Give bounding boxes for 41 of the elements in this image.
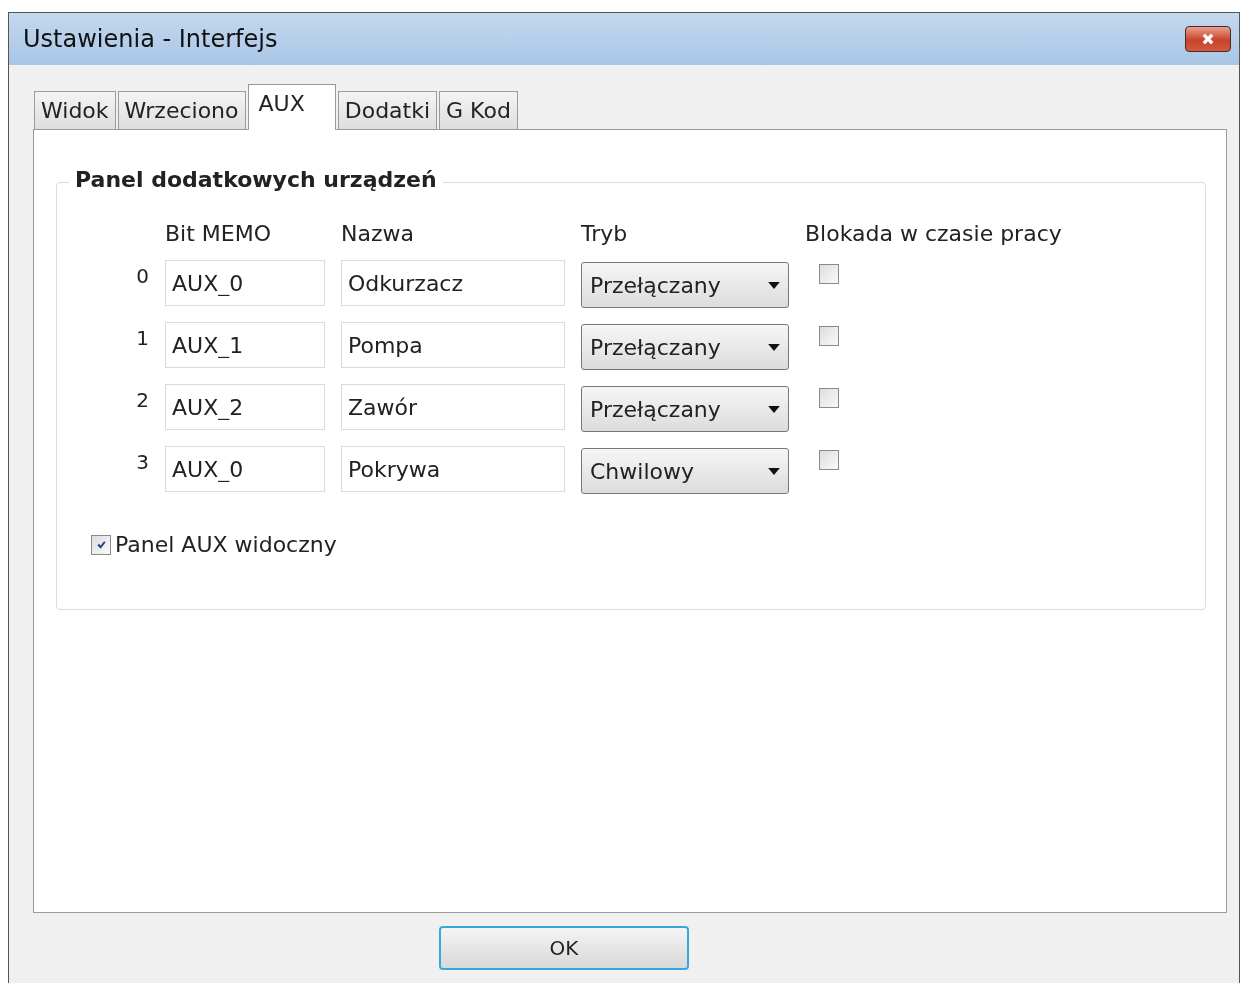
window-title: Ustawienia - Interfejs	[23, 25, 278, 53]
dropdown-arrow-icon	[768, 343, 780, 351]
row-number: 3	[135, 449, 149, 474]
lock-checkbox[interactable]	[819, 264, 839, 284]
bit-field[interactable]: AUX_0	[165, 260, 325, 306]
name-field[interactable]: Pokrywa	[341, 446, 565, 492]
column-header: Nazwa	[341, 221, 415, 246]
check-icon	[95, 539, 107, 550]
bit-field[interactable]: AUX_0	[165, 446, 325, 492]
tab[interactable]: G Kod	[439, 91, 518, 129]
row-number: 0	[135, 263, 149, 288]
column-header: Blokada w czasie pracy	[805, 221, 1063, 246]
mode-dropdown[interactable]: Chwilowy	[581, 448, 789, 494]
checkbox-label: Panel AUX widoczny	[115, 532, 337, 557]
visible-checkbox[interactable]	[91, 534, 111, 555]
row-number: 2	[135, 387, 149, 412]
dropdown-arrow-icon	[768, 405, 780, 413]
tab[interactable]: Widok	[34, 91, 116, 129]
group-title: Panel dodatkowych urządzeń	[69, 167, 443, 192]
bit-field[interactable]: AUX_1	[165, 322, 325, 368]
lock-checkbox[interactable]	[819, 388, 839, 408]
lock-checkbox[interactable]	[819, 326, 839, 346]
tab[interactable]: Dodatki	[337, 91, 438, 129]
close-button[interactable]	[1185, 26, 1231, 52]
name-field[interactable]: Odkurzacz	[341, 260, 565, 306]
ok-button[interactable]: OK	[439, 926, 689, 970]
close-icon	[1200, 32, 1216, 46]
dropdown-arrow-icon	[768, 281, 780, 289]
mode-dropdown[interactable]: Przełączany	[581, 386, 789, 432]
mode-dropdown[interactable]: Przełączany	[581, 262, 789, 308]
column-header: Bit MEMO	[165, 221, 272, 246]
mode-dropdown[interactable]: Przełączany	[581, 324, 789, 370]
tab[interactable]: Wrzeciono	[117, 91, 246, 129]
row-number: 1	[135, 325, 149, 350]
name-field[interactable]: Pompa	[341, 322, 565, 368]
name-field[interactable]: Zawór	[341, 384, 565, 430]
tab[interactable]: AUX	[247, 84, 336, 130]
column-header: Tryb	[581, 221, 629, 246]
bit-field[interactable]: AUX_2	[165, 384, 325, 430]
dropdown-arrow-icon	[768, 467, 780, 475]
lock-checkbox[interactable]	[819, 450, 839, 470]
